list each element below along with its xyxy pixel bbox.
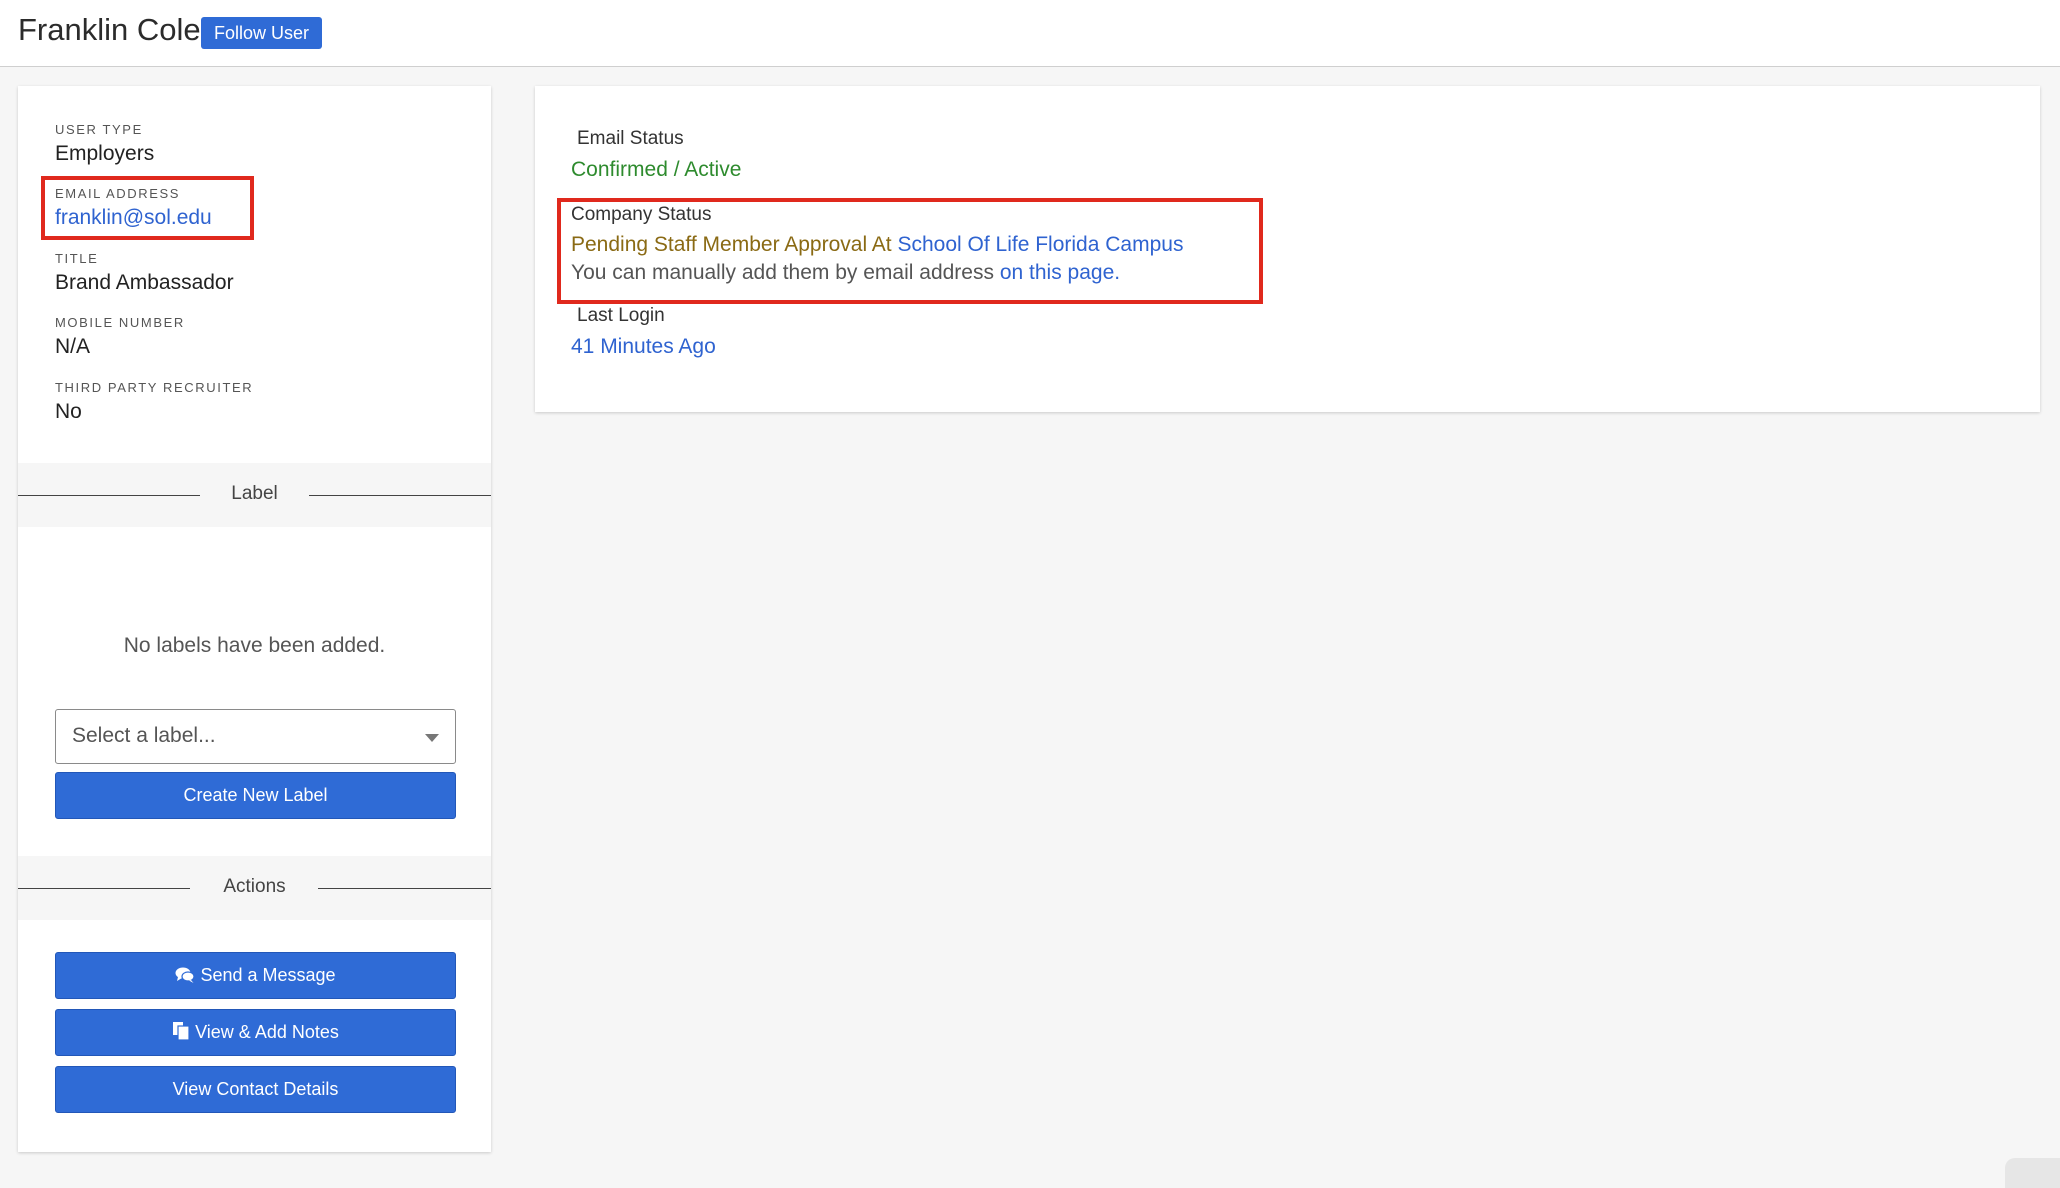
send-message-button[interactable]: Send a Message xyxy=(55,952,456,999)
last-login-label: Last Login xyxy=(577,305,665,326)
email-status-value: Confirmed / Active xyxy=(571,158,742,181)
actions-section-header: Actions xyxy=(18,856,491,920)
no-labels-message: No labels have been added. xyxy=(123,634,386,657)
user-type-label: USER TYPE xyxy=(55,122,143,137)
mobile-value: N/A xyxy=(55,335,91,358)
create-label-text: Create New Label xyxy=(183,785,328,805)
email-field: EMAIL ADDRESS franklin@sol.edu xyxy=(55,186,212,230)
company-note-line: You can manually add them by email addre… xyxy=(571,261,1120,285)
view-contact-text: View Contact Details xyxy=(172,1079,339,1099)
title-value: Brand Ambassador xyxy=(55,271,234,294)
company-status-label: Company Status xyxy=(571,204,712,225)
email-status-label: Email Status xyxy=(577,128,684,149)
user-name: Franklin Cole xyxy=(18,12,201,47)
view-contact-details-button[interactable]: View Contact Details xyxy=(55,1066,456,1113)
view-notes-text: View & Add Notes xyxy=(195,1022,339,1042)
company-name-link[interactable]: School Of Life Florida Campus xyxy=(897,233,1183,256)
mobile-label: MOBILE NUMBER xyxy=(55,315,185,330)
copy-notes-icon xyxy=(173,1022,190,1041)
mobile-field: MOBILE NUMBER N/A xyxy=(55,315,185,359)
page-header: Franklin Cole Follow User xyxy=(0,0,2060,67)
company-pending-text: Pending Staff Member Approval At xyxy=(571,233,892,256)
label-section-header: Label xyxy=(18,463,491,527)
view-add-notes-button[interactable]: View & Add Notes xyxy=(55,1009,456,1056)
label-section-title: Label xyxy=(231,483,278,504)
profile-sidebar: USER TYPE Employers EMAIL ADDRESS frankl… xyxy=(18,86,491,1152)
follow-user-button[interactable]: Follow User xyxy=(201,17,323,49)
title-field: TITLE Brand Ambassador xyxy=(55,251,234,295)
send-message-text: Send a Message xyxy=(200,965,336,985)
comments-icon xyxy=(175,967,196,983)
email-link[interactable]: franklin@sol.edu xyxy=(55,206,212,230)
floating-tab[interactable] xyxy=(2005,1158,2060,1188)
company-status-line: Pending Staff Member Approval At School … xyxy=(571,233,1183,257)
label-select[interactable]: Select a label... xyxy=(55,709,456,764)
company-page-link[interactable]: on this page. xyxy=(1000,261,1120,284)
company-note-text: You can manually add them by email addre… xyxy=(571,261,994,284)
actions-section-title: Actions xyxy=(223,876,286,897)
label-select-placeholder: Select a label... xyxy=(72,724,216,747)
chevron-down-icon xyxy=(425,734,439,742)
user-type-value: Employers xyxy=(55,142,155,165)
recruiter-field: THIRD PARTY RECRUITER No xyxy=(55,380,253,424)
create-new-label-button[interactable]: Create New Label xyxy=(55,772,456,819)
last-login-value: 41 Minutes Ago xyxy=(571,335,716,358)
email-label: EMAIL ADDRESS xyxy=(55,186,181,201)
recruiter-value: No xyxy=(55,400,82,423)
title-label: TITLE xyxy=(55,251,99,266)
status-panel: Email Status Confirmed / Active Company … xyxy=(535,86,2040,412)
user-type-field: USER TYPE Employers xyxy=(55,122,154,166)
recruiter-label: THIRD PARTY RECRUITER xyxy=(55,380,254,395)
